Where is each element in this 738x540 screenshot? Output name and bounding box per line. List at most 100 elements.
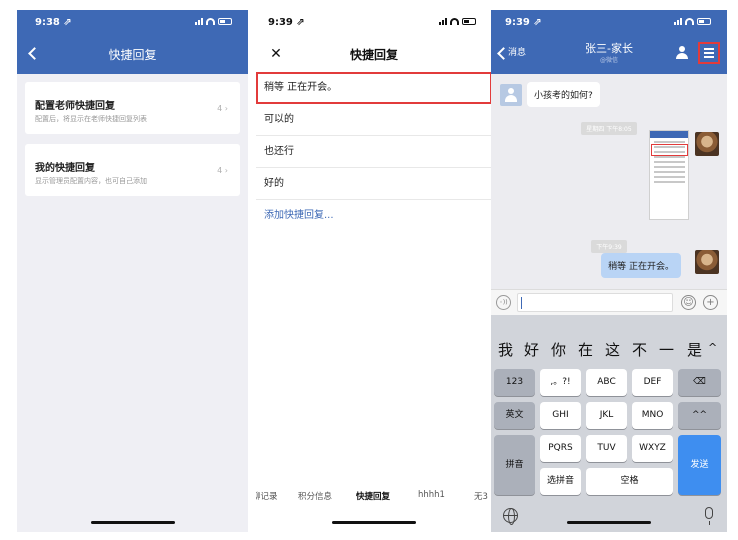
quick-reply-item[interactable]: 也还行 bbox=[256, 136, 492, 168]
send-button[interactable]: 发送 bbox=[678, 435, 721, 495]
key-english[interactable]: 英文 bbox=[494, 402, 535, 429]
candidate-bar: 我 好 你 在 这 不 一 是 ^ bbox=[491, 339, 727, 359]
signal-icon bbox=[195, 18, 203, 25]
tab-wu3[interactable]: 无3 bbox=[474, 490, 488, 502]
backspace-icon[interactable]: ⌫ bbox=[678, 369, 721, 396]
globe-icon[interactable] bbox=[503, 508, 518, 525]
screen-chat: 9:39 ⇗ 消息 张三-家长 @微信 小孩考的如何? 星期四 下午8:05 下… bbox=[491, 10, 727, 532]
tab-points[interactable]: 积分信息 bbox=[298, 490, 332, 502]
bottom-tab-bar: 聊记录 积分信息 快捷回复 hhhh1 无3 bbox=[256, 484, 492, 508]
tab-hhhh1[interactable]: hhhh1 bbox=[418, 490, 445, 500]
candidate-item[interactable]: 这 bbox=[605, 339, 620, 360]
candidate-item[interactable]: 你 bbox=[551, 339, 566, 360]
wifi-icon bbox=[450, 18, 459, 25]
card-my-quick-reply[interactable]: 我的快捷回复 显示管理员配置内容，也可自己添加 4 › bbox=[25, 144, 240, 196]
timestamp-text: 下午9:39 bbox=[591, 240, 627, 253]
message-input[interactable] bbox=[517, 293, 673, 312]
card-description: 显示管理员配置内容，也可自己添加 bbox=[35, 177, 147, 185]
nav-bar: 快捷回复 bbox=[17, 34, 248, 74]
card-title: 我的快捷回复 bbox=[35, 163, 95, 174]
tab-chat-record[interactable]: 聊记录 bbox=[256, 490, 278, 502]
menu-button[interactable] bbox=[698, 42, 720, 64]
card-count: 4 › bbox=[217, 166, 228, 175]
microphone-icon[interactable] bbox=[705, 507, 713, 525]
quick-reply-item[interactable]: 好的 bbox=[256, 168, 492, 200]
status-bar: 9:39 ⇗ bbox=[256, 10, 492, 34]
candidate-item[interactable]: 一 bbox=[659, 339, 674, 360]
home-indicator bbox=[90, 521, 175, 524]
expand-candidates-icon[interactable]: ^ bbox=[708, 341, 717, 354]
outgoing-message: 稍等 正在开会。 bbox=[601, 253, 681, 278]
battery-icon bbox=[462, 18, 476, 25]
screen-quick-reply-settings: 9:38 ⇗ 快捷回复 配置老师快捷回复 配置后，将显示在老师快捷回复列表 4 … bbox=[17, 10, 248, 532]
image-line bbox=[654, 161, 685, 163]
status-icons bbox=[439, 18, 476, 25]
card-teacher-quick-reply[interactable]: 配置老师快捷回复 配置后，将显示在老师快捷回复列表 4 › bbox=[25, 82, 240, 134]
user-avatar[interactable] bbox=[695, 250, 719, 274]
timestamp: 星期四 下午8:05 bbox=[491, 116, 727, 135]
key-pinyin[interactable]: 拼音 bbox=[494, 435, 535, 495]
status-time: 9:39 ⇗ bbox=[505, 17, 542, 28]
key-wxyz[interactable]: WXYZ bbox=[632, 435, 673, 462]
add-quick-reply-link[interactable]: 添加快捷回复... bbox=[256, 200, 492, 232]
voice-icon[interactable]: ◦)) bbox=[496, 295, 511, 310]
card-count: 4 › bbox=[217, 104, 228, 113]
status-time: 9:38 ⇗ bbox=[35, 17, 72, 28]
battery-icon bbox=[218, 18, 232, 25]
timestamp-text: 星期四 下午8:05 bbox=[581, 122, 637, 135]
input-bar: ◦)) ☺ + bbox=[491, 289, 727, 315]
battery-icon bbox=[697, 18, 711, 25]
status-time: 9:39 ⇗ bbox=[268, 17, 305, 28]
key-pqrs[interactable]: PQRS bbox=[540, 435, 581, 462]
wifi-icon bbox=[206, 18, 215, 25]
nav-bar: 消息 张三-家长 @微信 bbox=[491, 34, 727, 74]
image-line bbox=[654, 171, 685, 173]
key-select-pinyin[interactable]: 选拼音 bbox=[540, 468, 581, 495]
key-jkl[interactable]: JKL bbox=[586, 402, 627, 429]
plus-icon[interactable]: + bbox=[703, 295, 718, 310]
candidate-item[interactable]: 好 bbox=[524, 339, 539, 360]
card-title: 配置老师快捷回复 bbox=[35, 101, 115, 112]
key-abc[interactable]: ABC bbox=[586, 369, 627, 396]
page-title: 快捷回复 bbox=[349, 48, 398, 62]
person-icon[interactable] bbox=[675, 46, 689, 60]
timestamp: 下午9:39 bbox=[491, 234, 727, 253]
nav-bar: ✕ 快捷回复 bbox=[256, 34, 492, 74]
candidate-item[interactable]: 是 bbox=[687, 339, 702, 360]
chat-title: 张三-家长 bbox=[585, 42, 633, 55]
key-def[interactable]: DEF bbox=[632, 369, 673, 396]
candidate-item[interactable]: 在 bbox=[578, 339, 593, 360]
signal-icon bbox=[674, 18, 682, 25]
key-punctuation[interactable]: ,。?! bbox=[540, 369, 581, 396]
key-ghi[interactable]: GHI bbox=[540, 402, 581, 429]
image-message[interactable] bbox=[649, 130, 689, 220]
quick-reply-item[interactable]: 可以的 bbox=[256, 104, 492, 136]
image-line bbox=[654, 176, 685, 178]
candidate-item[interactable]: 我 bbox=[498, 339, 513, 360]
wifi-icon bbox=[685, 18, 694, 25]
image-highlight-box bbox=[651, 144, 688, 156]
key-mno[interactable]: MNO bbox=[632, 402, 673, 429]
screen-quick-reply-picker: 9:39 ⇗ ✕ 快捷回复 稍等 正在开会。 可以的 也还行 好的 添加快捷回复… bbox=[256, 10, 492, 532]
tab-quick-reply[interactable]: 快捷回复 bbox=[356, 490, 390, 502]
status-icons bbox=[674, 18, 711, 25]
page-title: 快捷回复 bbox=[108, 48, 157, 62]
keyboard: 我 好 你 在 这 不 一 是 ^ 123 ,。?! ABC DEF ⌫ 英文 … bbox=[491, 315, 727, 532]
key-emoticon[interactable]: ^^ bbox=[678, 402, 721, 429]
status-bar: 9:39 ⇗ bbox=[491, 10, 727, 34]
image-message-header bbox=[650, 131, 688, 138]
quick-reply-item[interactable]: 稍等 正在开会。 bbox=[256, 72, 492, 104]
image-line bbox=[654, 181, 685, 183]
emoji-icon[interactable]: ☺ bbox=[681, 295, 696, 310]
user-avatar[interactable] bbox=[695, 132, 719, 156]
key-tuv[interactable]: TUV bbox=[586, 435, 627, 462]
candidate-item[interactable]: 不 bbox=[632, 339, 647, 360]
space-key[interactable]: 空格 bbox=[586, 468, 673, 495]
home-indicator bbox=[567, 521, 651, 524]
status-icons bbox=[195, 18, 232, 25]
image-line bbox=[654, 166, 685, 168]
contact-avatar[interactable] bbox=[500, 84, 522, 106]
image-line bbox=[654, 141, 685, 143]
key-123[interactable]: 123 bbox=[494, 369, 535, 396]
chat-subtitle: @微信 bbox=[599, 57, 618, 64]
